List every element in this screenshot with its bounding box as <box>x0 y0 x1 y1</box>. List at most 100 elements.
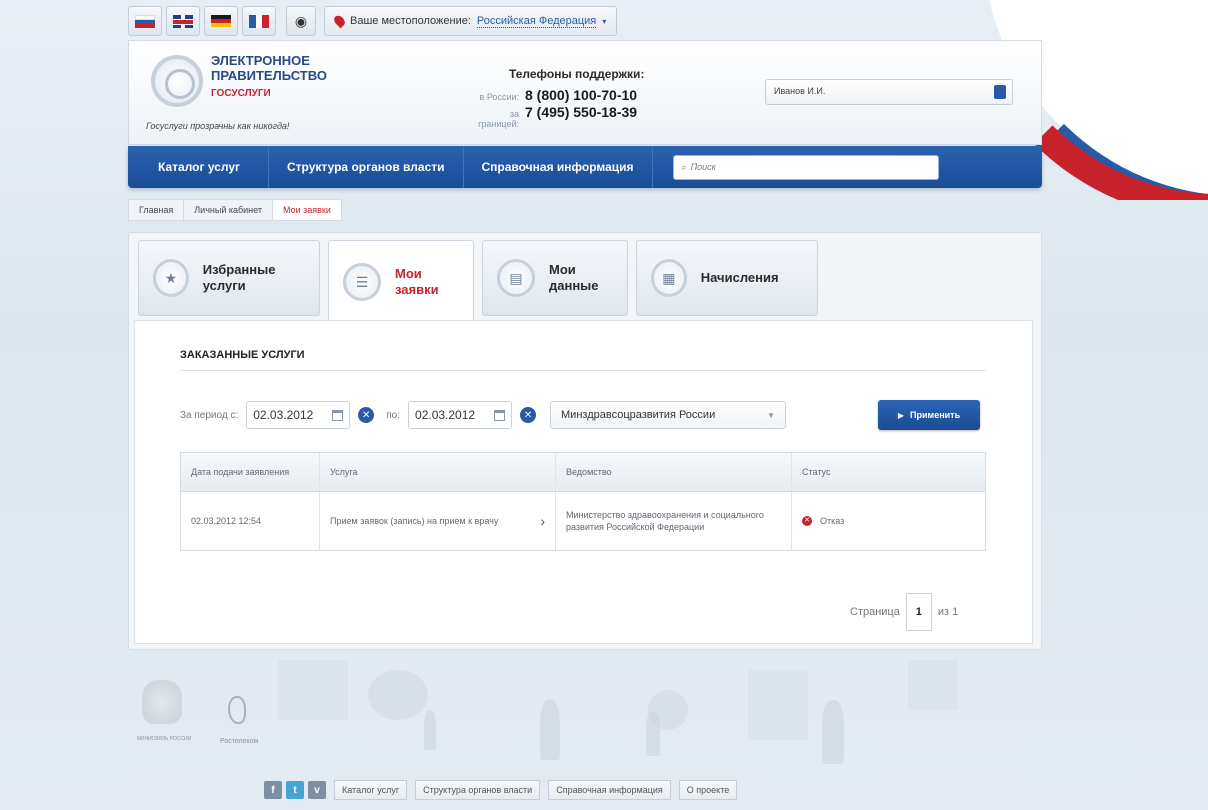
footer-links: f t v Каталог услуг Структура органов вл… <box>264 780 738 800</box>
germany-flag-icon <box>211 14 231 28</box>
logo-text[interactable]: ЭЛЕКТРОННОЕ ПРАВИТЕЛЬСТВО <box>211 53 327 83</box>
phone-abroad-number: 7 (495) 550-18-39 <box>525 104 638 120</box>
user-name: Иванов И.И. <box>774 86 826 96</box>
header-agency[interactable]: Ведомство <box>555 453 791 491</box>
uk-flag-icon <box>173 14 193 28</box>
table-header: Дата подачи заявления Услуга Ведомство С… <box>181 453 985 492</box>
person-silhouette <box>646 712 660 756</box>
russia-flag-icon <box>135 14 155 28</box>
pagination: Страница 1 из 1 <box>850 593 958 631</box>
accessibility-eye-button[interactable]: ◉ <box>286 6 316 36</box>
calendar-icon[interactable] <box>494 409 506 421</box>
filter-bar: За период с: 02.03.2012 ✕ по: 02.03.2012… <box>180 401 787 429</box>
location-value-link[interactable]: Российская Федерация <box>476 15 597 28</box>
search-input[interactable]: ⌕ Поиск <box>672 154 939 180</box>
tab-my-requests[interactable]: ☰ Мои заявки <box>328 240 474 324</box>
date-from-value: 02.03.2012 <box>253 408 314 422</box>
cell-agency: Министерство здравоохранения и социально… <box>555 492 791 550</box>
france-flag-icon <box>249 14 270 28</box>
tab-charges[interactable]: ▦ Начисления <box>636 240 818 316</box>
person-silhouette <box>540 700 560 760</box>
breadcrumb-current: Мои заявки <box>271 199 342 221</box>
department-select[interactable]: Минздравсоцразвития России ▼ <box>550 401 787 429</box>
cabinet-tabs: ★ Избранные услуги ☰ Мои заявки ▤ Мои да… <box>138 240 818 324</box>
status-text: Отказ <box>820 516 845 526</box>
person-silhouette <box>424 710 436 750</box>
phone-russia-row: в России: 8 (800) 100-70-10 <box>469 87 638 103</box>
gosuslugi-logo-icon[interactable] <box>151 55 203 107</box>
calendar-icon[interactable] <box>332 409 344 421</box>
building-decoration <box>908 660 958 710</box>
facebook-icon[interactable]: f <box>264 781 282 799</box>
phone-russia-label: в России: <box>479 92 519 102</box>
page-label: Страница <box>850 606 900 618</box>
footer-link-authorities[interactable]: Структура органов власти <box>415 780 541 800</box>
coat-of-arms-icon[interactable] <box>142 680 182 724</box>
logout-icon[interactable] <box>994 85 1006 99</box>
logo-line-1: ЭЛЕКТРОННОЕ <box>211 53 310 68</box>
location-pin-icon <box>332 13 347 29</box>
play-icon: ▶ <box>897 410 905 420</box>
footer-illustration: МИНИСВЯЗЬ РОССИИ Ростелеком <box>128 660 1042 780</box>
rostelecom-logo-icon[interactable] <box>228 696 246 724</box>
requests-table: Дата подачи заявления Услуга Ведомство С… <box>180 452 986 551</box>
language-bar: ◉ Ваше местоположение: Российская Федера… <box>128 6 618 36</box>
breadcrumb-cabinet[interactable]: Личный кабинет <box>183 199 273 221</box>
site-header: ЭЛЕКТРОННОЕ ПРАВИТЕЛЬСТВО ГОСУСЛУГИ Госу… <box>128 40 1042 145</box>
service-text: Прием заявок (запись) на прием к врачу <box>330 516 499 526</box>
clear-date-to-icon[interactable]: ✕ <box>520 407 537 423</box>
language-fr-button[interactable] <box>242 6 276 36</box>
apply-label: Применить <box>910 410 961 420</box>
partner-label: Ростелеком <box>220 738 259 745</box>
cell-status: ✕ Отказ <box>791 492 985 550</box>
section-divider <box>180 370 986 371</box>
header-service[interactable]: Услуга <box>319 453 555 491</box>
language-de-button[interactable] <box>204 6 238 36</box>
rejected-status-icon: ✕ <box>802 516 812 526</box>
phone-abroad-label: за границей: <box>478 109 519 129</box>
to-label: по: <box>386 409 401 421</box>
page-total: из 1 <box>937 606 959 618</box>
department-value: Минздравсоцразвития России <box>561 409 716 421</box>
tab-my-data-label: Мои данные <box>549 262 599 293</box>
footer-link-reference[interactable]: Справочная информация <box>548 780 671 800</box>
date-from-field[interactable]: 02.03.2012 <box>246 401 351 429</box>
apply-button[interactable]: ▶ Применить <box>878 400 980 430</box>
period-label: За период с: <box>180 409 239 421</box>
list-icon: ☰ <box>343 263 381 301</box>
user-account-field[interactable]: Иванов И.И. <box>765 79 1013 105</box>
search-placeholder: Поиск <box>690 162 716 172</box>
tab-my-requests-label: Мои заявки <box>395 266 439 297</box>
twitter-icon[interactable]: t <box>286 781 304 799</box>
nav-item-authorities[interactable]: Структура органов власти <box>269 146 464 188</box>
chevron-right-icon[interactable]: › <box>540 514 545 528</box>
date-to-field[interactable]: 02.03.2012 <box>408 401 513 429</box>
language-en-button[interactable] <box>166 6 200 36</box>
vkontakte-icon[interactable]: v <box>308 781 326 799</box>
clear-date-from-icon[interactable]: ✕ <box>358 407 375 423</box>
search-icon: ⌕ <box>681 161 687 172</box>
footer-link-catalog[interactable]: Каталог услуг <box>334 780 408 800</box>
date-to-value: 02.03.2012 <box>415 408 476 422</box>
main-nav: Каталог услуг Структура органов власти С… <box>128 146 1042 188</box>
tab-my-data[interactable]: ▤ Мои данные <box>482 240 628 316</box>
location-label: Ваше местоположение: <box>350 15 471 27</box>
nav-item-reference[interactable]: Справочная информация <box>464 146 653 188</box>
table-row[interactable]: 02.03.2012 12:54 Прием заявок (запись) н… <box>181 492 985 550</box>
page-number-input[interactable]: 1 <box>905 593 932 631</box>
calculator-icon: ▦ <box>651 259 687 297</box>
cell-service[interactable]: Прием заявок (запись) на прием к врачу › <box>319 492 555 550</box>
breadcrumb-home[interactable]: Главная <box>128 199 185 221</box>
chevron-down-icon: ▼ <box>767 410 776 420</box>
nav-item-catalog[interactable]: Каталог услуг <box>128 146 270 188</box>
user-data-icon: ▤ <box>497 259 535 297</box>
support-title: Телефоны поддержки: <box>509 67 645 81</box>
tab-favorites[interactable]: ★ Избранные услуги <box>138 240 320 316</box>
footer-link-about[interactable]: О проекте <box>678 780 738 800</box>
location-selector[interactable]: Ваше местоположение: Российская Федераци… <box>324 6 618 36</box>
header-status[interactable]: Статус <box>791 453 985 491</box>
phone-russia-number: 8 (800) 100-70-10 <box>525 87 638 103</box>
tab-charges-label: Начисления <box>700 270 779 285</box>
language-ru-button[interactable] <box>128 6 162 36</box>
header-date[interactable]: Дата подачи заявления <box>181 453 319 491</box>
